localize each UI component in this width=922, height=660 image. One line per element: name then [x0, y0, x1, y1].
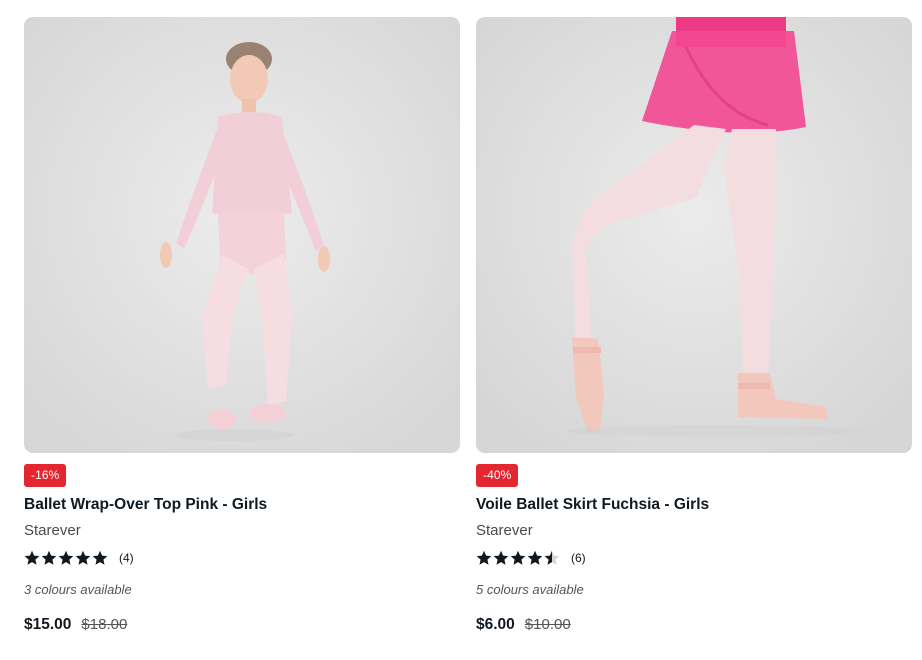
star-icon	[92, 550, 108, 565]
product-card[interactable]: -40% Voile Ballet Skirt Fuchsia - Girls …	[476, 17, 912, 633]
current-price: $6.00	[476, 616, 515, 633]
product-image[interactable]	[476, 17, 912, 453]
current-price: $15.00	[24, 616, 72, 633]
product-grid: -16% Ballet Wrap-Over Top Pink - Girls S…	[0, 0, 922, 660]
colours-available: 5 colours available	[476, 582, 584, 597]
rating-stars	[24, 550, 109, 566]
star-icon	[41, 550, 57, 565]
rating: (6)	[476, 549, 586, 567]
rating-stars	[476, 550, 561, 566]
ballet-skirt-photo	[476, 17, 912, 453]
ballet-girl-photo	[24, 17, 460, 453]
star-icon	[544, 550, 560, 565]
product-brand: Starever	[24, 522, 81, 539]
product-title[interactable]: Ballet Wrap-Over Top Pink - Girls	[24, 496, 267, 514]
rating: (4)	[24, 549, 134, 567]
product-card[interactable]: -16% Ballet Wrap-Over Top Pink - Girls S…	[24, 17, 460, 633]
star-icon	[58, 550, 74, 565]
product-image[interactable]	[24, 17, 460, 453]
price-block: $15.00 $18.00	[24, 616, 127, 634]
discount-badge: -40%	[476, 464, 519, 487]
product-brand: Starever	[476, 522, 533, 539]
star-icon	[24, 550, 40, 565]
original-price: $10.00	[524, 616, 571, 633]
star-icon	[527, 550, 543, 565]
original-price: $18.00	[81, 616, 128, 633]
review-count: (6)	[571, 551, 586, 565]
star-icon	[510, 550, 526, 565]
star-icon	[75, 550, 91, 565]
price-block: $6.00 $10.00	[476, 616, 571, 634]
star-icon	[476, 550, 492, 565]
star-icon	[493, 550, 509, 565]
colours-available: 3 colours available	[24, 582, 132, 597]
review-count: (4)	[119, 551, 134, 565]
discount-badge: -16%	[24, 464, 67, 487]
product-title[interactable]: Voile Ballet Skirt Fuchsia - Girls	[476, 496, 709, 514]
